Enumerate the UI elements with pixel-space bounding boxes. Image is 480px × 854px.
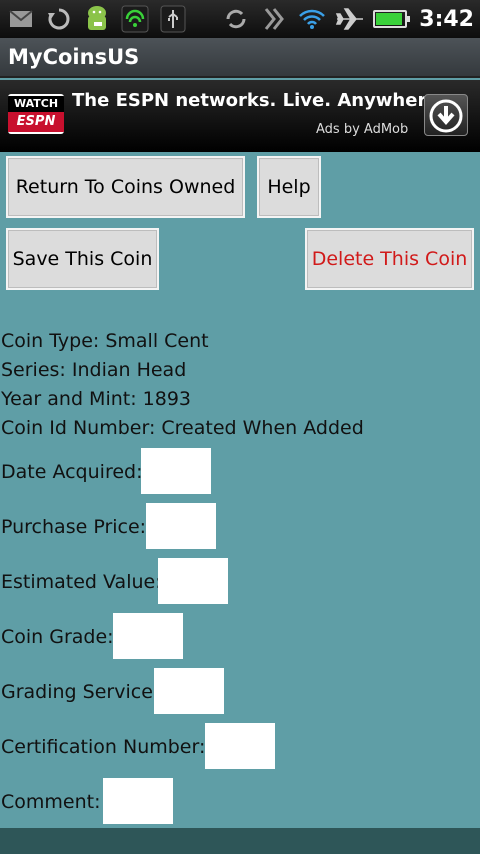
download-icon[interactable] [424,94,468,136]
comment-input[interactable] [103,778,173,824]
certification-number-label: Certification Number: [1,736,206,758]
ad-attribution: Ads by AdMob [316,122,409,137]
battery-fill [376,13,403,25]
coin-id-number: Coin Id Number: Created When Added [1,417,364,439]
usb-icon [158,5,188,33]
ad-headline: The ESPN networks. Live. Anywhere [72,90,439,111]
android-icon [82,6,112,32]
sync-icon [44,6,74,32]
mail-icon [6,6,36,32]
wifi-icon [297,6,327,32]
date-acquired-label: Date Acquired: [1,461,143,483]
coin-series: Series: Indian Head [1,359,187,381]
purchase-price-input[interactable] [146,503,216,549]
espn-logo: WATCH ESPN [8,94,64,134]
coin-year-mint: Year and Mint: 1893 [1,388,192,410]
estimated-value-label: Estimated Value: [1,571,162,593]
wifi-hotspot-icon [120,5,150,33]
battery-icon [373,10,411,28]
app-title: MyCoinsUS [0,38,480,78]
bottom-bar [0,828,480,854]
estimated-value-input[interactable] [158,558,228,604]
airplane-icon [335,6,365,32]
delete-coin-button[interactable]: Delete This Coin [305,228,474,290]
comment-label: Comment: [1,791,101,813]
ad-logo-top: WATCH [8,96,64,112]
grading-service-input[interactable] [154,668,224,714]
grading-service-label: Grading Service: [1,681,160,703]
coin-grade-label: Coin Grade: [1,626,114,648]
purchase-price-label: Purchase Price: [1,516,147,538]
certification-number-input[interactable] [205,723,275,769]
coin-type: Coin Type: Small Cent [1,330,209,352]
return-to-coins-owned-button[interactable]: Return To Coins Owned [6,156,245,218]
sync-alt-icon [221,6,251,32]
help-button[interactable]: Help [257,156,321,218]
ad-logo-bottom: ESPN [8,112,64,132]
status-clock: 3:42 [419,6,474,32]
coin-grade-input[interactable] [113,613,183,659]
status-bar: 3:42 [0,0,480,38]
save-coin-button[interactable]: Save This Coin [6,228,159,290]
ad-banner[interactable]: WATCH ESPN The ESPN networks. Live. Anyw… [0,80,480,152]
vibrate-icon [259,6,289,32]
date-acquired-input[interactable] [141,448,211,494]
